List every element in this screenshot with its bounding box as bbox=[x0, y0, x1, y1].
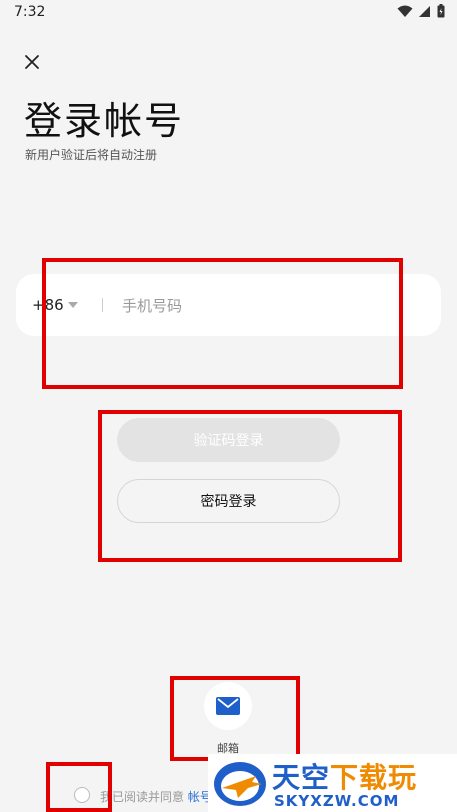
annotation-box-email bbox=[170, 676, 300, 761]
signal-icon bbox=[419, 5, 430, 17]
watermark-title-orange: 下载玩 bbox=[330, 761, 418, 794]
watermark-title-blue: 天空 bbox=[272, 761, 331, 794]
status-icons bbox=[397, 4, 445, 18]
login-page: 7:32 登录帐号 新用户验证后将自动注册 +86 手机号码 验证码登录 密码登… bbox=[0, 0, 457, 812]
status-bar: 7:32 bbox=[0, 0, 457, 24]
annotation-box-agreement bbox=[46, 762, 112, 812]
wifi-icon bbox=[397, 5, 413, 17]
agreement-label: 我已阅读并同意 bbox=[100, 790, 185, 804]
watermark-logo-icon bbox=[214, 762, 266, 806]
close-icon bbox=[25, 55, 39, 69]
watermark-title: 天空下载玩 bbox=[272, 756, 417, 796]
status-time: 7:32 bbox=[14, 4, 46, 20]
page-title: 登录帐号 bbox=[24, 99, 185, 143]
annotation-box-phone bbox=[42, 258, 403, 389]
annotation-box-buttons bbox=[98, 410, 402, 562]
close-button[interactable] bbox=[22, 52, 42, 72]
battery-icon bbox=[437, 4, 445, 18]
watermark: 天空下载玩 SKYXZW.COM bbox=[208, 754, 457, 812]
watermark-subtitle: SKYXZW.COM bbox=[274, 792, 400, 810]
agreement-text: 我已阅读并同意 帐号 bbox=[100, 788, 212, 805]
page-subtitle: 新用户验证后将自动注册 bbox=[25, 148, 158, 162]
